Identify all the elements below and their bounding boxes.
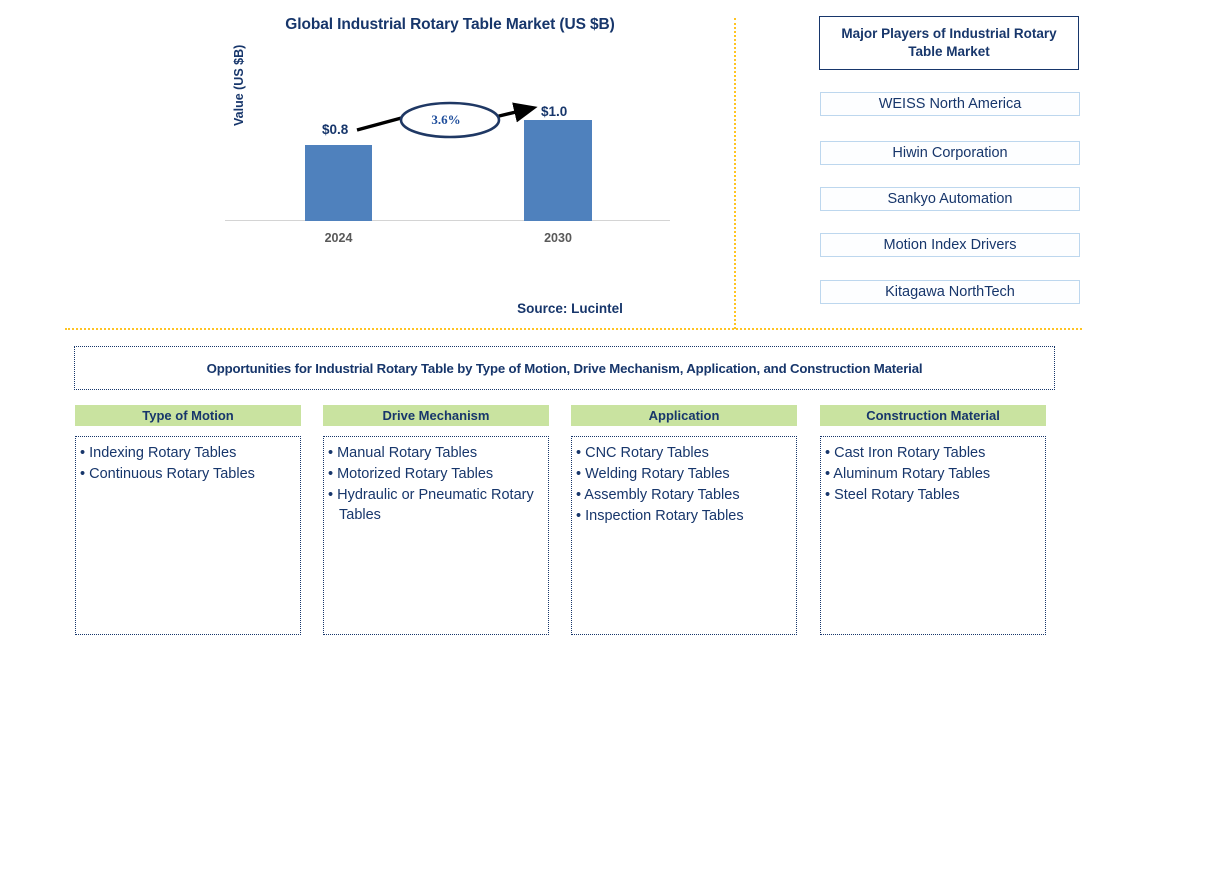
bullet-item: • Assembly Rotary Tables <box>576 487 740 503</box>
bullet-item: • Indexing Rotary Tables <box>80 445 237 461</box>
major-player-item: Motion Index Drivers <box>820 233 1080 257</box>
bar-2024 <box>305 145 372 221</box>
bullet-item: • Inspection Rotary Tables <box>576 508 744 524</box>
bullet-item: • Motorized Rotary Tables <box>328 466 494 482</box>
source-note: Source: Lucintel <box>517 301 623 316</box>
column-header-application: Application <box>571 405 797 426</box>
major-player-item: Hiwin Corporation <box>820 141 1080 165</box>
column-body-drive-mechanism: • Manual Rotary Tables • Motorized Rotary… <box>323 436 549 635</box>
column-body-type-of-motion: • Indexing Rotary Tables • Continuous Rot… <box>75 436 301 635</box>
column-body-construction-material: • Cast Iron Rotary Tables • Aluminum Rota… <box>820 436 1046 635</box>
bullet-item: • Manual Rotary Tables <box>328 445 478 461</box>
bullet-item: • CNC Rotary Tables <box>576 445 709 461</box>
bar-value-2024: $0.8 <box>322 122 349 137</box>
vertical-divider <box>734 18 736 329</box>
major-player-item: Sankyo Automation <box>820 187 1080 211</box>
column-body-application: • CNC Rotary Tables • Welding Rotary Tabl… <box>571 436 797 635</box>
infographic-canvas: Global Industrial Rotary Table Market (U… <box>0 0 1209 887</box>
bullet-item: • Steel Rotary Tables <box>825 487 960 503</box>
cagr-value-label: 3.6% <box>431 112 461 127</box>
horizontal-divider <box>65 328 1082 330</box>
bullet-item: • Continuous Rotary Tables <box>80 466 255 482</box>
bullet-item: • Cast Iron Rotary Tables <box>825 445 986 461</box>
opportunities-banner: Opportunities for Industrial Rotary Tabl… <box>74 346 1055 390</box>
chart-x-axis-line <box>225 220 670 221</box>
column-header-type-of-motion: Type of Motion <box>75 405 301 426</box>
major-player-item: WEISS North America <box>820 92 1080 116</box>
major-player-item: Kitagawa NorthTech <box>820 280 1080 304</box>
major-players-header: Major Players of Industrial Rotary Table… <box>819 16 1079 70</box>
column-header-drive-mechanism: Drive Mechanism <box>323 405 549 426</box>
x-tick-label-2024: 2024 <box>324 231 353 245</box>
bullet-item: • Welding Rotary Tables <box>576 466 730 482</box>
bullet-item: • Aluminum Rotary Tables <box>825 466 991 482</box>
column-header-construction-material: Construction Material <box>820 405 1046 426</box>
bullet-item: • Hydraulic or Pneumatic Rotary Tables <box>328 487 538 523</box>
x-tick-label-2030: 2030 <box>544 231 572 245</box>
